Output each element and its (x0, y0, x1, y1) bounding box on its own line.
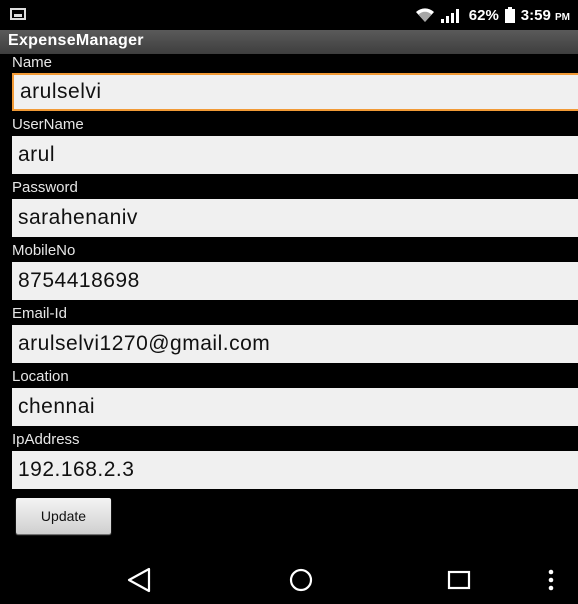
recents-icon[interactable] (446, 566, 474, 594)
email-field[interactable]: arulselvi1270@gmail.com (12, 325, 578, 363)
ipaddress-field[interactable]: 192.168.2.3 (12, 451, 578, 489)
image-notification-icon (10, 8, 26, 20)
wifi-icon (415, 7, 435, 23)
clock: 3:59 PM (521, 7, 570, 24)
navigation-bar (0, 554, 578, 604)
status-bar: 62% 3:59 PM (0, 0, 578, 30)
name-label: Name (12, 54, 53, 71)
username-field[interactable]: arul (12, 136, 578, 174)
signal-icon (440, 7, 463, 23)
clock-suffix: PM (555, 11, 570, 23)
back-icon[interactable] (126, 566, 154, 594)
app-title: ExpenseManager (8, 32, 144, 49)
location-field[interactable]: chennai (12, 388, 578, 426)
location-label: Location (12, 368, 69, 385)
clock-time: 3:59 (520, 6, 551, 24)
status-indicators: 62% 3:59 PM (415, 5, 570, 25)
mobile-field[interactable]: 8754418698 (12, 262, 578, 300)
update-button[interactable]: Update (16, 498, 111, 534)
home-icon[interactable] (287, 566, 315, 594)
ipaddress-label: IpAddress (12, 431, 80, 448)
overflow-menu-icon[interactable] (544, 566, 558, 594)
battery-percent: 62% (468, 6, 499, 24)
password-label: Password (12, 179, 78, 196)
password-field[interactable]: sarahenaniv (12, 199, 578, 237)
email-label: Email-Id (12, 305, 68, 322)
username-label: UserName (12, 116, 84, 133)
name-field[interactable]: arulselvi (12, 73, 578, 111)
battery-icon (504, 7, 515, 23)
mobile-label: MobileNo (12, 242, 76, 259)
action-bar: ExpenseManager (0, 30, 578, 54)
